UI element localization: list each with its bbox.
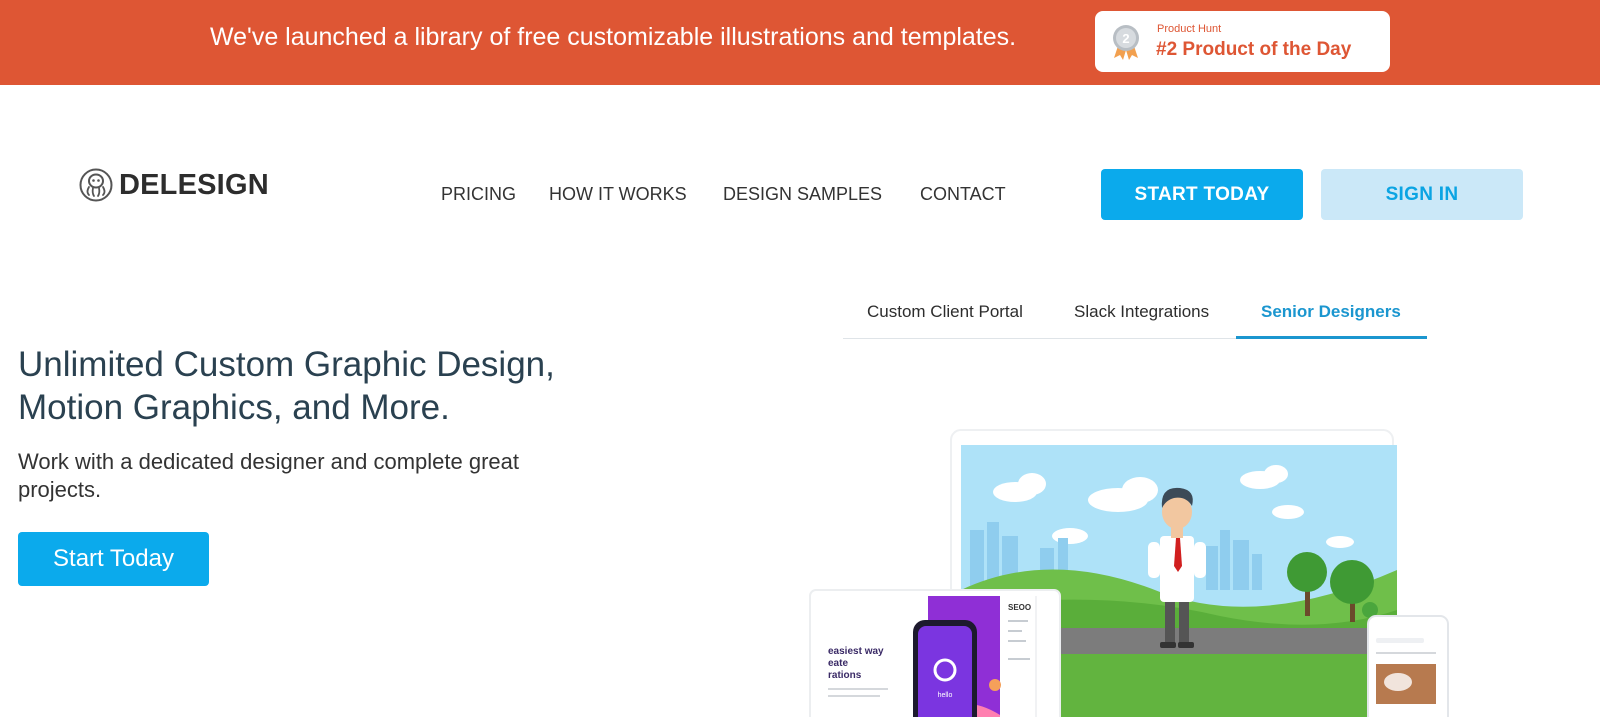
logo-text: DELESIGN (119, 169, 269, 201)
start-today-button[interactable]: START TODAY (1101, 169, 1303, 220)
nav-pricing[interactable]: PRICING (441, 182, 516, 206)
nav-design-samples[interactable]: DESIGN SAMPLES (723, 182, 882, 206)
tab-slack-integrations[interactable]: Slack Integrations (1074, 301, 1209, 323)
medal-icon: 2 (1113, 25, 1139, 60)
announcement-text: We've launched a library of free customi… (210, 23, 1017, 51)
hero-subtitle: Work with a dedicated designer and compl… (18, 449, 519, 502)
hero-title: Unlimited Custom Graphic Design, Motion … (18, 345, 555, 427)
medal-number: 2 (1122, 31, 1129, 46)
nav-contact[interactable]: CONTACT (920, 182, 1006, 206)
octopus-logo-icon (79, 168, 113, 202)
sign-in-button[interactable]: SIGN IN (1321, 169, 1523, 220)
web-heading-line-2: eate (828, 658, 848, 669)
active-tab-indicator (1236, 336, 1427, 339)
tab-custom-client-portal[interactable]: Custom Client Portal (867, 301, 1023, 323)
web-heading-line-1: easiest way (828, 646, 884, 657)
hero-start-today-button[interactable]: Start Today (18, 532, 209, 586)
web-sidebar (1000, 596, 1036, 717)
nav-how-it-works[interactable]: HOW IT WORKS (549, 182, 687, 206)
product-hunt-label: Product Hunt (1157, 23, 1222, 35)
web-heading-line-3: rations (828, 670, 862, 681)
feature-tabs: Custom Client Portal Slack Integrations … (843, 297, 1427, 339)
logo[interactable]: DELESIGN (79, 168, 269, 202)
web-sidebar-title: SEOO (1008, 603, 1031, 612)
product-hunt-badge[interactable]: 2 Product Hunt #2 Product of the Day (1095, 11, 1390, 72)
phone-hello-text: hello (938, 692, 953, 699)
hero-illustration: SEOO easiest way eate rations hello (809, 429, 1449, 717)
product-of-day-label: #2 Product of the Day (1156, 39, 1352, 60)
tab-senior-designers[interactable]: Senior Designers (1261, 301, 1401, 323)
announcement-bar: We've launched a library of free customi… (0, 0, 1600, 85)
